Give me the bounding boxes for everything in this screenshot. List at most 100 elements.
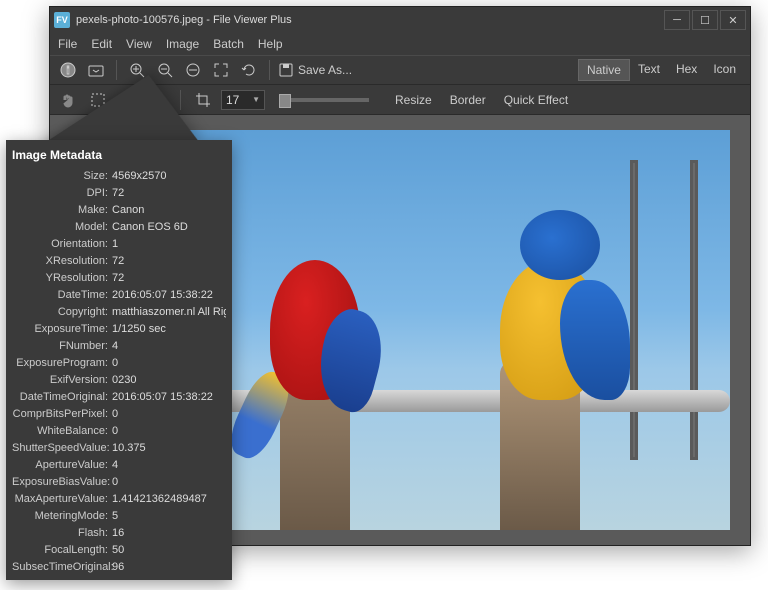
chevron-down-icon[interactable]: ▼ xyxy=(252,95,260,104)
metadata-key: FNumber: xyxy=(12,338,112,355)
metadata-key: DPI: xyxy=(12,185,112,202)
metadata-row: FocalLength:50 xyxy=(12,542,226,559)
metadata-value: 1/1250 sec xyxy=(112,321,166,338)
metadata-row: MaxApertureValue:1.41421362489487 xyxy=(12,491,226,508)
title-appname: File Viewer Plus xyxy=(213,14,292,26)
metadata-row: ExposureBiasValue:0 xyxy=(12,474,226,491)
metadata-value: Canon EOS 6D xyxy=(112,219,188,236)
refresh-icon[interactable] xyxy=(237,58,261,82)
metadata-row: DateTimeOriginal:2016:05:07 15:38:22 xyxy=(12,389,226,406)
metadata-value: 0 xyxy=(112,355,118,372)
metadata-key: Copyright: xyxy=(12,304,112,321)
metadata-row: FNumber:4 xyxy=(12,338,226,355)
metadata-value: 1 xyxy=(112,236,118,253)
window-title: pexels-photo-100576.jpeg - File Viewer P… xyxy=(76,14,662,26)
metadata-value: 50 xyxy=(112,542,124,559)
metadata-row: ExifVersion:0230 xyxy=(12,372,226,389)
metadata-row: ApertureValue:4 xyxy=(12,457,226,474)
menu-help[interactable]: Help xyxy=(258,37,283,51)
metadata-value: 0 xyxy=(112,423,118,440)
metadata-key: SubsecTimeOriginal: xyxy=(12,559,112,576)
viewmode-icon[interactable]: Icon xyxy=(705,59,744,81)
metadata-row: Orientation:1 xyxy=(12,236,226,253)
metadata-key: Orientation: xyxy=(12,236,112,253)
metadata-value: 4569x2570 xyxy=(112,168,166,185)
metadata-row: YResolution:72 xyxy=(12,270,226,287)
metadata-value: 2016:05:07 15:38:22 xyxy=(112,287,213,304)
metadata-value: matthiaszomer.nl All Rights Res xyxy=(112,304,226,321)
title-filename: pexels-photo-100576.jpeg xyxy=(76,14,203,26)
metadata-key: Make: xyxy=(12,202,112,219)
metadata-key: ComprBitsPerPixel: xyxy=(12,406,112,423)
metadata-value: 2016:05:07 15:38:22 xyxy=(112,389,213,406)
metadata-value: 72 xyxy=(112,185,124,202)
metadata-value: 72 xyxy=(112,270,124,287)
quick-effect-button[interactable]: Quick Effect xyxy=(504,93,568,107)
svg-text:i: i xyxy=(66,65,69,77)
metadata-key: DateTimeOriginal: xyxy=(12,389,112,406)
menu-edit[interactable]: Edit xyxy=(91,37,112,51)
metadata-key: ApertureValue: xyxy=(12,457,112,474)
metadata-row: Make:Canon xyxy=(12,202,226,219)
metadata-row: ShutterSpeedValue:10.375 xyxy=(12,440,226,457)
metadata-key: ShutterSpeedValue: xyxy=(12,440,112,457)
metadata-row: DateTime:2016:05:07 15:38:22 xyxy=(12,287,226,304)
metadata-key: YResolution: xyxy=(12,270,112,287)
menu-file[interactable]: File xyxy=(58,37,77,51)
metadata-value: 16 xyxy=(112,525,124,542)
metadata-title: Image Metadata xyxy=(12,148,226,162)
viewmode-text[interactable]: Text xyxy=(630,59,668,81)
metadata-value: 0230 xyxy=(112,372,136,389)
metadata-value: Canon xyxy=(112,202,144,219)
metadata-panel: Image Metadata Size:4569x2570DPI:72Make:… xyxy=(6,140,232,580)
close-button[interactable]: ✕ xyxy=(720,10,746,30)
resize-button[interactable]: Resize xyxy=(395,93,432,107)
metadata-key: Size: xyxy=(12,168,112,185)
metadata-key: MaxApertureValue: xyxy=(12,491,112,508)
metadata-row: XResolution:72 xyxy=(12,253,226,270)
metadata-value: 0 xyxy=(112,474,118,491)
metadata-value: 1.41421362489487 xyxy=(112,491,207,508)
maximize-button[interactable]: ☐ xyxy=(692,10,718,30)
metadata-key: ExposureProgram: xyxy=(12,355,112,372)
save-as-label: Save As... xyxy=(298,63,352,77)
metadata-row: SubsecTimeOriginal:96 xyxy=(12,559,226,576)
titlebar[interactable]: FV pexels-photo-100576.jpeg - File Viewe… xyxy=(50,7,750,33)
metadata-row: Model:Canon EOS 6D xyxy=(12,219,226,236)
viewmode-switch: Native Text Hex Icon xyxy=(578,59,744,81)
metadata-key: ExposureBiasValue: xyxy=(12,474,112,491)
metadata-value: 5 xyxy=(112,508,118,525)
metadata-key: XResolution: xyxy=(12,253,112,270)
metadata-key: Flash: xyxy=(12,525,112,542)
border-button[interactable]: Border xyxy=(450,93,486,107)
zoom-slider[interactable] xyxy=(279,98,369,102)
metadata-row: DPI:72 xyxy=(12,185,226,202)
metadata-key: WhiteBalance: xyxy=(12,423,112,440)
metadata-value: 10.375 xyxy=(112,440,146,457)
menu-batch[interactable]: Batch xyxy=(213,37,244,51)
metadata-value: 96 xyxy=(112,559,124,576)
metadata-key: DateTime: xyxy=(12,287,112,304)
metadata-key: ExifVersion: xyxy=(12,372,112,389)
menu-image[interactable]: Image xyxy=(166,37,199,51)
metadata-value: 4 xyxy=(112,338,118,355)
metadata-row: MeteringMode:5 xyxy=(12,508,226,525)
metadata-row: Copyright:matthiaszomer.nl All Rights Re… xyxy=(12,304,226,321)
app-icon: FV xyxy=(54,12,70,28)
metadata-value: 72 xyxy=(112,253,124,270)
metadata-key: MeteringMode: xyxy=(12,508,112,525)
metadata-value: 4 xyxy=(112,457,118,474)
menubar: File Edit View Image Batch Help xyxy=(50,33,750,55)
metadata-row: ComprBitsPerPixel:0 xyxy=(12,406,226,423)
metadata-row: ExposureProgram:0 xyxy=(12,355,226,372)
metadata-row: Flash:16 xyxy=(12,525,226,542)
minimize-button[interactable]: ─ xyxy=(664,10,690,30)
viewmode-native[interactable]: Native xyxy=(578,59,630,81)
menu-view[interactable]: View xyxy=(126,37,152,51)
metadata-value: 0 xyxy=(112,406,118,423)
viewmode-hex[interactable]: Hex xyxy=(668,59,705,81)
metadata-row: ExposureTime:1/1250 sec xyxy=(12,321,226,338)
metadata-row: WhiteBalance:0 xyxy=(12,423,226,440)
save-as-button[interactable]: Save As... xyxy=(278,62,352,78)
metadata-key: ExposureTime: xyxy=(12,321,112,338)
